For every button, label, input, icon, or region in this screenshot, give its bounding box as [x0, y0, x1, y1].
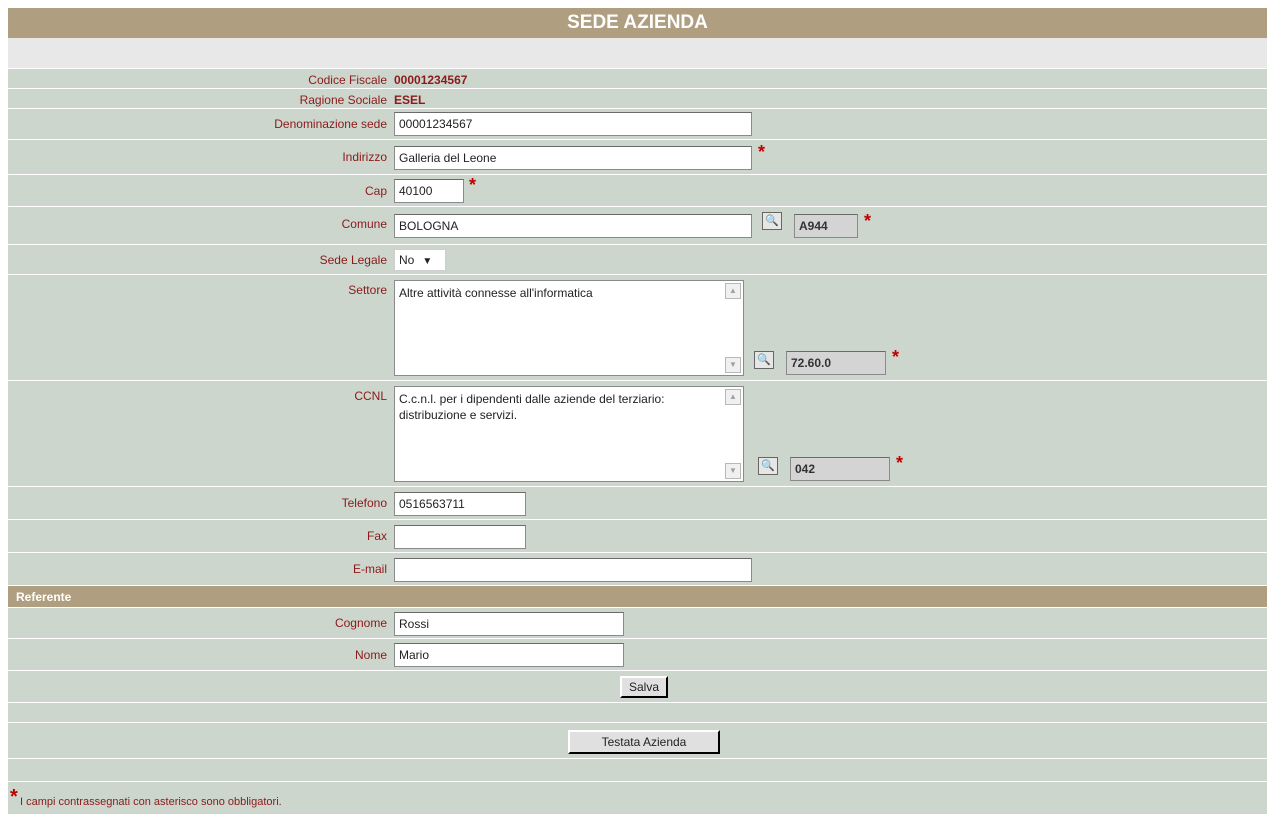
cognome-input[interactable] [394, 612, 624, 636]
indirizzo-label: Indirizzo [342, 150, 387, 164]
indirizzo-row: Indirizzo * [8, 139, 1267, 174]
ccnl-row: CCNL C.c.n.l. per i dipendenti dalle azi… [8, 380, 1267, 486]
nome-row: Nome [8, 638, 1267, 670]
required-star: * [892, 347, 900, 367]
scrollbar[interactable]: ▲ ▼ [725, 283, 741, 373]
required-star: * [896, 453, 904, 473]
email-row: E-mail [8, 552, 1267, 585]
scroll-up-arrow-icon[interactable]: ▲ [725, 283, 741, 299]
spacer-row [8, 758, 1267, 781]
ccnl-code-field [790, 457, 890, 481]
indirizzo-input[interactable] [394, 146, 752, 170]
spacer-row [8, 702, 1267, 722]
required-star: * [10, 786, 18, 808]
ragione-sociale-value: ESEL [394, 93, 426, 107]
page-title: SEDE AZIENDA [8, 8, 1267, 38]
fax-input[interactable] [394, 525, 526, 549]
nome-input[interactable] [394, 643, 624, 667]
ccnl-text: C.c.n.l. per i dipendenti dalle aziende … [399, 392, 665, 422]
telefono-row: Telefono [8, 486, 1267, 519]
ragione-sociale-row: Ragione Sociale ESEL [8, 88, 1267, 108]
sede-legale-select[interactable]: No ▼ [394, 249, 446, 271]
settore-label: Settore [348, 283, 387, 297]
sede-legale-selected: No [399, 253, 415, 267]
required-fields-note: I campi contrassegnati con asterisco son… [20, 796, 282, 808]
required-star: * [864, 211, 872, 231]
telefono-label: Telefono [341, 496, 387, 510]
ccnl-label: CCNL [354, 389, 387, 403]
testata-row: Testata Azienda [8, 722, 1267, 758]
nome-label: Nome [354, 648, 387, 662]
chevron-down-icon: ▼ [422, 256, 433, 267]
cap-row: Cap * [8, 174, 1267, 206]
fax-label: Fax [366, 529, 387, 543]
settore-code-field [786, 351, 886, 375]
settore-row: Settore Altre attività connesse all'info… [8, 274, 1267, 380]
scroll-down-arrow-icon[interactable]: ▼ [725, 463, 741, 479]
scroll-down-arrow-icon[interactable]: ▼ [725, 357, 741, 373]
settore-text: Altre attività connesse all'informatica [399, 286, 593, 300]
comune-label: Comune [341, 217, 387, 231]
binoculars-search-icon[interactable]: 🔍 [762, 212, 782, 230]
required-star: * [469, 175, 477, 195]
required-star: * [758, 142, 766, 162]
cognome-row: Cognome [8, 607, 1267, 638]
email-input[interactable] [394, 558, 752, 582]
cap-label: Cap [364, 184, 387, 198]
codice-fiscale-value: 00001234567 [394, 73, 468, 87]
sede-legale-row: Sede Legale No ▼ [8, 244, 1267, 274]
salva-row: Salva [8, 670, 1267, 702]
spacer-row [8, 38, 1267, 68]
comune-input[interactable] [394, 214, 752, 238]
comune-code-field [794, 214, 858, 238]
codice-fiscale-label: Codice Fiscale [308, 73, 387, 87]
cognome-label: Cognome [334, 616, 387, 630]
denominazione-label: Denominazione sede [274, 117, 387, 131]
denominazione-input[interactable] [394, 112, 752, 136]
ragione-sociale-label: Ragione Sociale [299, 93, 387, 107]
comune-row: Comune 🔍 * [8, 206, 1267, 244]
binoculars-search-icon[interactable]: 🔍 [754, 351, 774, 369]
sede-legale-label: Sede Legale [319, 253, 387, 267]
referente-section-header: Referente [8, 585, 1267, 607]
telefono-input[interactable] [394, 492, 526, 516]
denominazione-row: Denominazione sede [8, 108, 1267, 139]
testata-azienda-button[interactable]: Testata Azienda [568, 730, 720, 754]
settore-textarea[interactable]: Altre attività connesse all'informatica … [394, 280, 744, 376]
scrollbar[interactable]: ▲ ▼ [725, 389, 741, 479]
footer-row: * I campi contrassegnati con asterisco s… [8, 781, 1267, 814]
ccnl-textarea[interactable]: C.c.n.l. per i dipendenti dalle aziende … [394, 386, 744, 482]
cap-input[interactable] [394, 179, 464, 203]
fax-row: Fax [8, 519, 1267, 552]
binoculars-search-icon[interactable]: 🔍 [758, 457, 778, 475]
codice-fiscale-row: Codice Fiscale 00001234567 [8, 68, 1267, 88]
page-container: SEDE AZIENDA Codice Fiscale 00001234567 … [8, 8, 1267, 814]
salva-button[interactable]: Salva [620, 676, 668, 698]
scroll-up-arrow-icon[interactable]: ▲ [725, 389, 741, 405]
email-label: E-mail [352, 562, 387, 576]
